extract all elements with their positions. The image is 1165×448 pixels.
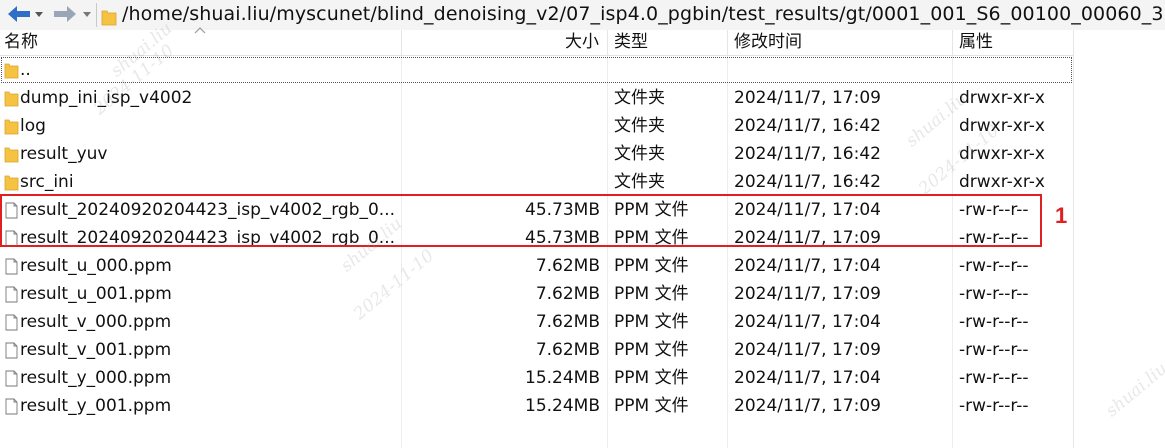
file-name: result_v_001.ppm: [20, 340, 172, 360]
chevron-down-icon[interactable]: [80, 4, 94, 24]
column-divider[interactable]: [952, 30, 953, 55]
file-size: 7.62MB: [535, 256, 600, 276]
file-row[interactable]: result_u_001.ppm 7.62MB PPM 文件 2024/11/7, 1…: [0, 280, 1073, 308]
file-type: PPM 文件: [614, 368, 689, 388]
file-attributes: drwxr-xr-x: [959, 88, 1045, 108]
folder-icon: [4, 63, 19, 79]
folder-row[interactable]: dump_ini_isp_v4002 文件夹 2024/11/7, 17:09 drw…: [0, 84, 1073, 112]
file-type: PPM 文件: [614, 284, 689, 304]
column-divider[interactable]: [401, 30, 402, 55]
file-name: dump_ini_isp_v4002: [20, 88, 193, 108]
file-attributes: -rw-r--r--: [959, 284, 1029, 304]
file-name: result_yuv: [20, 144, 108, 164]
file-type: PPM 文件: [614, 396, 689, 416]
file-row[interactable]: result_u_000.ppm 7.62MB PPM 文件 2024/11/7, 1…: [0, 252, 1073, 280]
column-name-header[interactable]: 名称: [4, 30, 38, 55]
file-icon: [5, 314, 18, 331]
file-icon: [5, 286, 18, 303]
file-size: 15.24MB: [525, 368, 600, 388]
folder-icon: [4, 91, 19, 107]
folder-icon: [4, 119, 19, 135]
annotation-label: 1: [1055, 203, 1068, 228]
column-size-header[interactable]: 大小: [565, 30, 599, 55]
file-type: PPM 文件: [614, 256, 689, 276]
file-modified: 2024/11/7, 17:04: [734, 312, 881, 332]
file-attributes: -rw-r--r--: [959, 368, 1029, 388]
file-attributes: -rw-r--r--: [959, 340, 1029, 360]
file-size: [420, 140, 600, 168]
file-attributes: -rw-r--r--: [959, 312, 1029, 332]
file-icon: [5, 370, 18, 387]
file-row[interactable]: result_v_000.ppm 7.62MB PPM 文件 2024/11/7, 1…: [0, 308, 1073, 336]
column-modified-header[interactable]: 修改时间: [734, 30, 802, 55]
file-name: log: [20, 116, 46, 136]
column-attributes-header[interactable]: 属性: [959, 30, 993, 55]
file-modified: 2024/11/7, 17:04: [734, 368, 881, 388]
folder-icon: [4, 175, 19, 191]
file-icon: [5, 398, 18, 415]
chevron-down-icon[interactable]: [32, 4, 46, 24]
file-modified: 2024/11/7, 17:04: [734, 256, 881, 276]
file-name: result_y_001.ppm: [20, 396, 172, 416]
file-size: 7.62MB: [535, 312, 600, 332]
annotation-highlight-box: [0, 194, 1042, 247]
column-type-header[interactable]: 类型: [614, 30, 648, 55]
file-attributes: -rw-r--r--: [959, 256, 1029, 276]
file-type: PPM 文件: [614, 340, 689, 360]
file-size: 7.62MB: [535, 284, 600, 304]
file-size: 15.24MB: [525, 396, 600, 416]
file-attributes: -rw-r--r--: [959, 396, 1029, 416]
file-modified: 2024/11/7, 17:09: [734, 340, 881, 360]
file-size: [420, 168, 600, 196]
file-icon: [5, 342, 18, 359]
file-name: result_v_000.ppm: [20, 312, 172, 332]
folder-icon: [4, 147, 19, 163]
file-size: 7.62MB: [535, 340, 600, 360]
path-bar: /home/shuai.liu/myscunet/blind_denoising…: [0, 0, 1165, 31]
file-type: 文件夹: [614, 172, 665, 192]
file-row[interactable]: result_y_001.ppm 15.24MB PPM 文件 2024/11/7, …: [0, 392, 1073, 420]
sort-ascending-icon: [194, 27, 206, 34]
file-attributes: drwxr-xr-x: [959, 172, 1045, 192]
file-modified: 2024/11/7, 17:09: [734, 284, 881, 304]
file-name: src_ini: [20, 172, 74, 192]
toolbar-divider: [96, 3, 97, 27]
file-list: .. dump_ini_isp_v4002 文件夹 2024/11/7, 17:09…: [0, 56, 1073, 448]
arrow-right-icon[interactable]: [52, 4, 78, 24]
file-name: ..: [20, 60, 31, 80]
file-size: [420, 84, 600, 112]
column-divider[interactable]: [727, 30, 728, 55]
column-divider[interactable]: [607, 30, 608, 55]
arrow-left-icon[interactable]: [6, 4, 32, 24]
file-row[interactable]: result_y_000.ppm 15.24MB PPM 文件 2024/11/7, …: [0, 364, 1073, 392]
file-type: 文件夹: [614, 88, 665, 108]
file-size: [420, 112, 600, 140]
file-icon: [5, 258, 18, 275]
file-modified: 2024/11/7, 17:09: [734, 396, 881, 416]
folder-row[interactable]: src_ini 文件夹 2024/11/7, 16:42 drwxr-xr-x: [0, 168, 1073, 196]
file-row[interactable]: result_v_001.ppm 7.62MB PPM 文件 2024/11/7, 1…: [0, 336, 1073, 364]
file-type: 文件夹: [614, 116, 665, 136]
file-name: result_u_001.ppm: [20, 284, 172, 304]
file-type: PPM 文件: [614, 312, 689, 332]
folder-icon: [101, 10, 117, 26]
path-input[interactable]: /home/shuai.liu/myscunet/blind_denoising…: [122, 3, 1165, 25]
file-name: result_y_000.ppm: [20, 368, 172, 388]
file-type: 文件夹: [614, 144, 665, 164]
file-modified: 2024/11/7, 17:09: [734, 88, 881, 108]
